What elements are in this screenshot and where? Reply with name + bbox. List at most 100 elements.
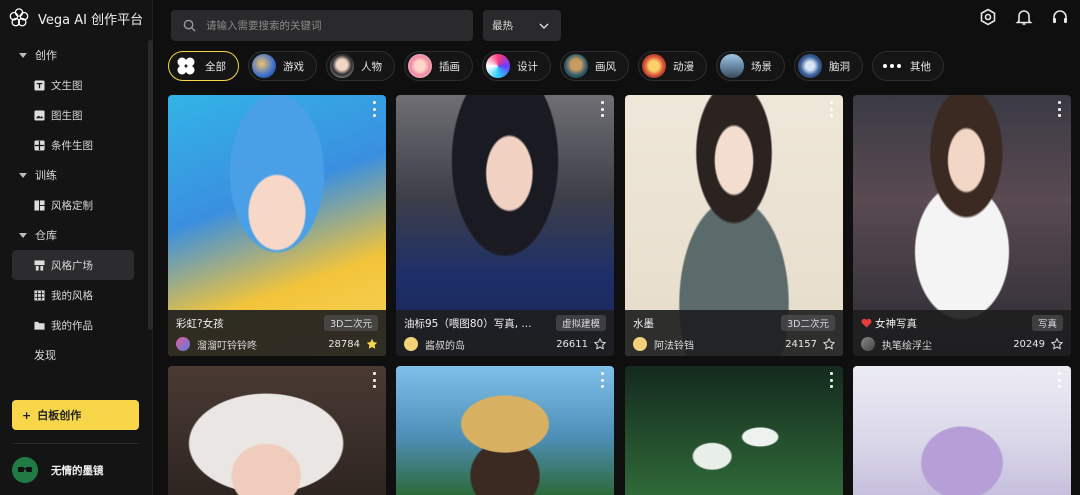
category-label: 全部 (205, 60, 226, 73)
layout-icon (34, 199, 45, 211)
text-image-icon (34, 79, 45, 91)
clover-icon (177, 57, 195, 75)
category-game[interactable]: 游戏 (248, 51, 317, 81)
category-people[interactable]: 人物 (326, 51, 395, 81)
card-tag: 写真 (1031, 315, 1063, 331)
author-avatar (861, 337, 875, 351)
user-profile[interactable]: 无情的墨镜 (12, 457, 104, 483)
section-label: 训练 (35, 169, 57, 182)
sidebar-item-label: 风格定制 (51, 199, 93, 212)
sidebar-item-label: 我的风格 (51, 289, 93, 302)
sidebar-item-label: 风格广场 (51, 259, 93, 272)
sidebar-nav: 创作 文生图 图生图 条件生图 训练 风格定制 仓库 风格广场 我的风格 我的作… (0, 40, 146, 370)
grid-icon (34, 289, 45, 301)
category-other[interactable]: 其他 (872, 51, 944, 81)
category-label: 场景 (751, 60, 772, 73)
star-outline-icon[interactable] (594, 338, 606, 350)
sidebar-item-my-works[interactable]: 我的作品 (12, 310, 134, 340)
logo[interactable]: Vega AI 创作平台 (8, 6, 143, 30)
card-title: 彩虹?女孩 (176, 317, 224, 330)
style-card[interactable]: 彩虹?女孩 3D二次元 溜溜叮铃铃咚 28784 (168, 95, 386, 356)
category-illustration[interactable]: 插画 (404, 51, 473, 81)
card-title: 女神写真 (861, 316, 917, 331)
sidebar: Vega AI 创作平台 创作 文生图 图生图 条件生图 训练 风格定制 仓库 … (0, 0, 153, 495)
section-label: 仓库 (35, 229, 57, 242)
search-bar[interactable]: 请输入需要搜索的关键词 (171, 10, 473, 41)
shop-icon (34, 259, 45, 271)
card-info: 女神写真 写真 执笔绘浮尘 20249 (853, 310, 1071, 356)
category-label: 人物 (361, 60, 382, 73)
sidebar-item-text-to-image[interactable]: 文生图 (12, 70, 134, 100)
image-icon (34, 109, 45, 121)
caret-down-icon (19, 172, 27, 178)
author-name: 执笔绘浮尘 (882, 340, 932, 352)
sidebar-item-discover[interactable]: 发现 (0, 340, 146, 370)
style-card[interactable]: 油标95（喂图80）写真, ... 虚拟建模 酱叔的岛 26611 (396, 95, 614, 356)
card-info: 彩虹?女孩 3D二次元 溜溜叮铃铃咚 28784 (168, 310, 386, 356)
favorite-count: 26611 (556, 338, 588, 350)
category-anime[interactable]: 动漫 (638, 51, 707, 81)
category-thumb (642, 54, 666, 78)
settings-icon[interactable] (979, 8, 997, 26)
category-label: 插画 (439, 60, 460, 73)
category-scene[interactable]: 场景 (716, 51, 785, 81)
sidebar-item-conditional[interactable]: 条件生图 (12, 130, 134, 160)
whiteboard-create-button[interactable]: + 白板创作 (12, 400, 139, 430)
star-outline-icon[interactable] (823, 338, 835, 350)
category-design[interactable]: 设计 (482, 51, 551, 81)
create-button-label: 白板创作 (37, 409, 82, 422)
author-avatar (633, 337, 647, 351)
card-tag: 3D二次元 (324, 315, 378, 331)
more-vertical-icon[interactable] (830, 372, 834, 388)
section-create[interactable]: 创作 (0, 40, 146, 70)
category-thumb (252, 54, 276, 78)
author-name: 阿法铃铛 (654, 340, 694, 352)
more-vertical-icon[interactable] (1058, 372, 1062, 388)
more-vertical-icon[interactable] (601, 101, 605, 117)
card-image (625, 366, 843, 495)
category-label: 画风 (595, 60, 616, 73)
style-card[interactable] (168, 366, 386, 495)
more-vertical-icon[interactable] (1058, 101, 1062, 117)
star-outline-icon[interactable] (1051, 338, 1063, 350)
user-name: 无情的墨镜 (51, 464, 104, 477)
category-art-style[interactable]: 画风 (560, 51, 629, 81)
sidebar-item-label: 图生图 (51, 109, 83, 122)
discover-label: 发现 (34, 349, 56, 362)
style-card[interactable]: 女神写真 写真 执笔绘浮尘 20249 (853, 95, 1071, 356)
more-vertical-icon[interactable] (373, 372, 377, 388)
card-tag: 虚拟建模 (555, 315, 606, 331)
sidebar-item-my-styles[interactable]: 我的风格 (12, 280, 134, 310)
caret-down-icon (19, 232, 27, 238)
style-card[interactable] (853, 366, 1071, 495)
category-thumb (798, 54, 822, 78)
category-label: 动漫 (673, 60, 694, 73)
section-train[interactable]: 训练 (0, 160, 146, 190)
card-image (853, 366, 1071, 495)
bell-icon[interactable] (1015, 8, 1033, 26)
more-vertical-icon[interactable] (601, 372, 605, 388)
category-all[interactable]: 全部 (168, 51, 239, 81)
category-thumb (486, 54, 510, 78)
author-name: 酱叔的岛 (425, 340, 465, 352)
sidebar-scrollbar[interactable] (148, 40, 153, 330)
category-brainhole[interactable]: 脑洞 (794, 51, 863, 81)
sidebar-item-style-custom[interactable]: 风格定制 (12, 190, 134, 220)
more-vertical-icon[interactable] (373, 101, 377, 117)
style-card[interactable] (396, 366, 614, 495)
headset-icon[interactable] (1051, 8, 1069, 26)
style-card[interactable]: 水墨 3D二次元 阿法铃铛 24157 (625, 95, 843, 356)
sidebar-item-image-to-image[interactable]: 图生图 (12, 100, 134, 130)
style-card[interactable] (625, 366, 843, 495)
section-label: 创作 (35, 49, 57, 62)
section-repo[interactable]: 仓库 (0, 220, 146, 250)
star-filled-icon[interactable] (366, 338, 378, 350)
card-title-text: 女神写真 (875, 317, 917, 330)
sidebar-item-label: 文生图 (51, 79, 83, 92)
search-input[interactable]: 请输入需要搜索的关键词 (206, 18, 322, 33)
author-avatar (404, 337, 418, 351)
more-vertical-icon[interactable] (830, 101, 834, 117)
sort-select[interactable]: 最热 (483, 10, 561, 41)
sidebar-item-style-square[interactable]: 风格广场 (12, 250, 134, 280)
app-title: Vega AI 创作平台 (38, 12, 144, 28)
